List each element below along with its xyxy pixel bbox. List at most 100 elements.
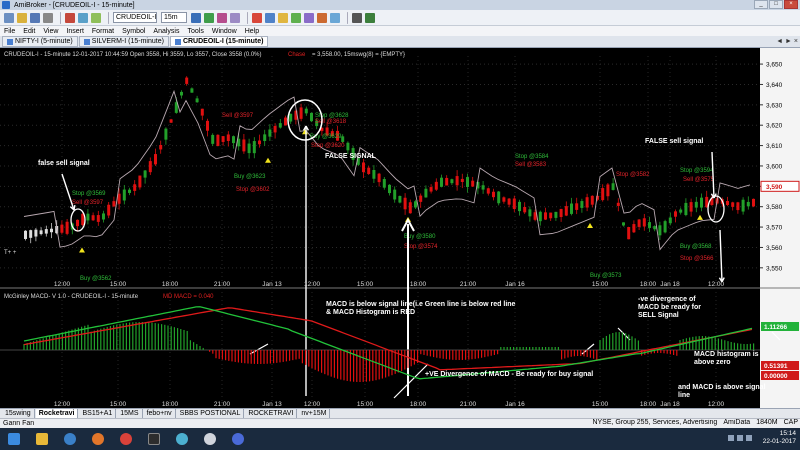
app-triangle-icon[interactable] xyxy=(171,431,193,447)
fibonacci-icon[interactable] xyxy=(291,12,301,23)
annotation-false-sell-right: FALSE sell signal xyxy=(645,138,704,145)
trade-marker: T+ + xyxy=(4,250,17,256)
x-axis-label: 21:00 xyxy=(460,401,477,408)
candle xyxy=(122,189,126,201)
tab-silverm[interactable]: SILVERM-I (15-minute) xyxy=(78,36,169,47)
x-axis-label: Jan 18 xyxy=(660,401,680,408)
candle xyxy=(668,217,672,224)
sheet-tab-nv15m[interactable]: nv+15M xyxy=(298,409,331,418)
volume-icon[interactable] xyxy=(737,435,743,441)
menu-help[interactable]: Help xyxy=(245,28,259,35)
y-tick-label: 3,630 xyxy=(766,102,783,109)
properties-icon[interactable] xyxy=(352,12,362,23)
menu-view[interactable]: View xyxy=(43,28,58,35)
save-icon[interactable] xyxy=(30,12,40,23)
open-folder-icon[interactable] xyxy=(17,12,27,23)
y-tick-label: 3,640 xyxy=(766,82,783,89)
x-axis-label: 21:00 xyxy=(214,281,231,288)
chart-icon xyxy=(7,38,13,45)
menu-symbol[interactable]: Symbol xyxy=(122,28,145,35)
cut-icon[interactable] xyxy=(65,12,75,23)
amibroker-taskbar-icon[interactable] xyxy=(143,431,165,447)
annotation-neg-divergence: -ve divergence of MACD be ready for SELL… xyxy=(638,296,702,319)
candle xyxy=(206,120,209,131)
candle xyxy=(642,218,646,227)
chart-bar-icon[interactable] xyxy=(191,12,201,23)
candle xyxy=(429,187,433,192)
x-axis-label: 12:00 xyxy=(708,281,725,288)
menu-file[interactable]: File xyxy=(4,28,15,35)
candle xyxy=(289,113,293,122)
interval-select[interactable]: 15m xyxy=(161,12,187,23)
x-axis-label: 18:00 xyxy=(162,281,179,288)
channel-icon[interactable] xyxy=(317,12,327,23)
zoom-in-icon[interactable] xyxy=(217,12,227,23)
candle xyxy=(679,209,683,213)
analysis-icon[interactable] xyxy=(365,12,375,23)
chart-canvas[interactable]: 3,650 3,640 3,630 3,620 3,610 3,600 3,590 3,580… xyxy=(0,48,800,408)
candle xyxy=(346,142,350,151)
menu-tools[interactable]: Tools xyxy=(188,28,204,35)
candle xyxy=(367,167,371,174)
paste-icon[interactable] xyxy=(91,12,101,23)
candle xyxy=(440,177,443,187)
minimize-icon[interactable]: _ xyxy=(754,0,768,9)
cycle-icon[interactable] xyxy=(330,12,340,23)
gann-fan-icon[interactable] xyxy=(304,12,314,23)
new-file-icon[interactable] xyxy=(4,12,14,23)
sheet-tab-sbbs[interactable]: SBBS POSTIONAL xyxy=(177,409,245,418)
candle xyxy=(408,202,412,214)
maximize-icon[interactable]: □ xyxy=(769,0,783,9)
annotation-hist-above: MACD histogram is above zero xyxy=(694,351,759,366)
tab-scroll-arrows[interactable]: ◄ ► × xyxy=(776,38,798,45)
draw-text-icon[interactable] xyxy=(278,12,288,23)
candle xyxy=(195,98,199,103)
window-title: AmiBroker - [CRUDEOIL-I - 15-minute] xyxy=(14,1,135,9)
battery-icon[interactable] xyxy=(746,435,752,441)
draw-arrow-icon[interactable] xyxy=(265,12,275,23)
sheet-tab-15swing[interactable]: 15swing xyxy=(2,409,35,418)
explorer-icon[interactable] xyxy=(31,431,53,447)
candle xyxy=(29,230,33,238)
tab-nifty[interactable]: NIFTY-I (5-minute) xyxy=(2,36,78,47)
chrome-icon[interactable] xyxy=(115,431,137,447)
signal-label-sell: Stop @3574 xyxy=(404,244,438,250)
sheet-tab-15ms[interactable]: 15MS xyxy=(117,409,143,418)
copy-icon[interactable] xyxy=(78,12,88,23)
print-icon[interactable] xyxy=(43,12,53,23)
macd-pane-header: McGinley MACD- V 1.0 - CRUDEOIL-I - 15-m… xyxy=(4,294,139,300)
window-controls: _ □ × xyxy=(753,0,798,9)
app-c-icon[interactable] xyxy=(227,431,249,447)
zoom-out-icon[interactable] xyxy=(230,12,240,23)
menu-edit[interactable]: Edit xyxy=(23,28,35,35)
symbol-select[interactable]: CRUDEOIL-I xyxy=(113,12,157,23)
close-icon[interactable]: × xyxy=(784,0,798,9)
menu-insert[interactable]: Insert xyxy=(66,28,84,35)
candle xyxy=(221,136,225,142)
candle xyxy=(497,191,501,204)
annotation-false-signal: FALSE SIGNAL xyxy=(325,153,376,160)
sheet-tab-rocketravi[interactable]: Rocketravi xyxy=(35,409,79,418)
menu-analysis[interactable]: Analysis xyxy=(153,28,179,35)
tab-crudeoil[interactable]: CRUDEOIL-I (15-minute) xyxy=(169,36,269,47)
sheet-tab-bs15[interactable]: BS15+A1 xyxy=(79,409,117,418)
chart-area[interactable]: 3,650 3,640 3,630 3,620 3,610 3,600 3,590 3,580… xyxy=(0,48,800,408)
clock[interactable]: 15:14 22-01-2017 xyxy=(763,430,796,446)
start-icon[interactable] xyxy=(3,431,25,447)
x-axis-label: 15:00 xyxy=(110,401,127,408)
amibroker-logo-icon xyxy=(2,1,10,9)
sheet-tab-febo[interactable]: febo+nv xyxy=(144,409,176,418)
menu-format[interactable]: Format xyxy=(92,28,114,35)
signal-label-sell: Sell @3618 xyxy=(315,119,347,125)
network-icon[interactable] xyxy=(728,435,734,441)
draw-line-icon[interactable] xyxy=(252,12,262,23)
chart-line-icon[interactable] xyxy=(204,12,214,23)
firefox-icon[interactable] xyxy=(87,431,109,447)
menu-window[interactable]: Window xyxy=(212,28,237,35)
media-player-icon[interactable] xyxy=(59,431,81,447)
y-tick-label: 3,620 xyxy=(766,123,783,130)
x-axis-label: 12:00 xyxy=(304,281,321,288)
candle xyxy=(746,201,750,207)
shield-icon[interactable] xyxy=(199,431,221,447)
sheet-tab-rocketravi-2[interactable]: ROCKETRAVI xyxy=(245,409,298,418)
